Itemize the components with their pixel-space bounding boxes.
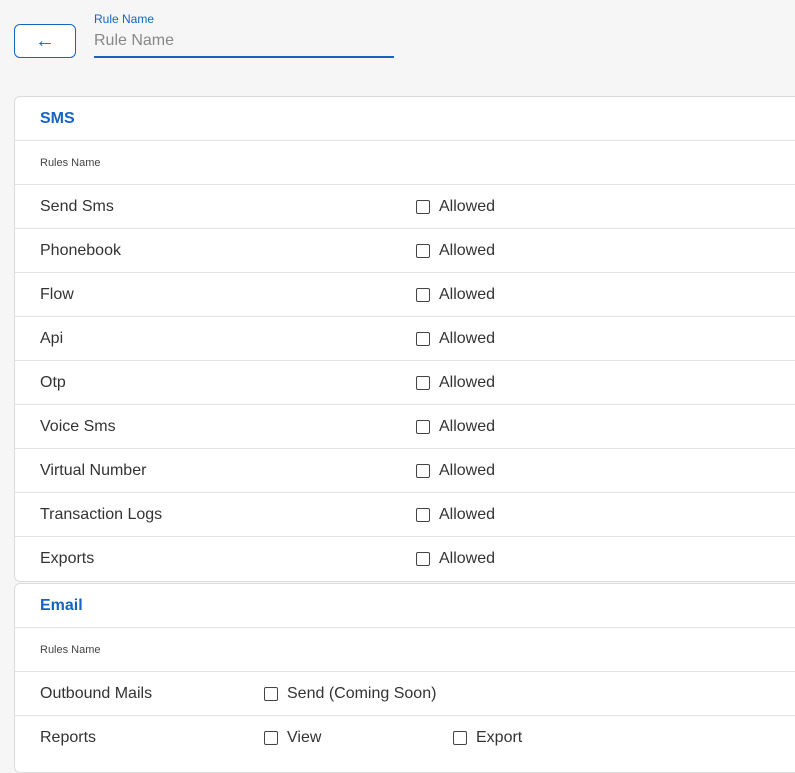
rule-name: Exports: [40, 550, 95, 567]
checkbox-label: Allowed: [439, 506, 496, 523]
transaction-logs-allowed-checkbox[interactable]: Allowed: [416, 493, 495, 537]
email-rules-name-header: Rules Name: [15, 628, 795, 672]
rule-name: Reports: [40, 729, 97, 746]
rule-name: Outbound Mails: [40, 685, 153, 702]
reports-view-checkbox[interactable]: View: [264, 716, 321, 760]
email-card: Email Rules Name Outbound Mails Send (Co…: [14, 583, 795, 773]
checkbox-icon[interactable]: [453, 731, 467, 745]
rule-name: Otp: [40, 374, 66, 391]
checkbox-icon[interactable]: [416, 464, 430, 478]
voice-sms-allowed-checkbox[interactable]: Allowed: [416, 405, 495, 449]
rule-name-input[interactable]: [94, 28, 394, 58]
checkbox-label: Send (Coming Soon): [287, 685, 437, 702]
rule-name: Flow: [40, 286, 74, 303]
rule-name: Api: [40, 330, 64, 347]
sms-row-exports: Exports Allowed: [15, 537, 795, 581]
sms-rules-name-header: Rules Name: [15, 141, 795, 185]
checkbox-icon[interactable]: [264, 687, 278, 701]
checkbox-icon[interactable]: [416, 332, 430, 346]
rule-name: Transaction Logs: [40, 506, 163, 523]
checkbox-icon[interactable]: [416, 200, 430, 214]
sms-row-otp: Otp Allowed: [15, 361, 795, 405]
sms-card-title: SMS: [15, 97, 795, 141]
rule-name-field: Rule Name: [94, 12, 394, 58]
checkbox-icon[interactable]: [264, 731, 278, 745]
checkbox-label: Allowed: [439, 418, 496, 435]
checkbox-icon[interactable]: [416, 244, 430, 258]
send-sms-allowed-checkbox[interactable]: Allowed: [416, 185, 495, 229]
checkbox-icon[interactable]: [416, 508, 430, 522]
email-card-title: Email: [15, 584, 795, 628]
sms-row-phonebook: Phonebook Allowed: [15, 229, 795, 273]
checkbox-label: Allowed: [439, 462, 496, 479]
reports-export-checkbox[interactable]: Export: [453, 716, 522, 760]
rule-name: Voice Sms: [40, 418, 116, 435]
checkbox-label: Allowed: [439, 330, 496, 347]
sms-card: SMS Rules Name Send Sms Allowed Phoneboo…: [14, 96, 795, 582]
email-row-reports: Reports View Export: [15, 716, 795, 760]
checkbox-label: Allowed: [439, 550, 496, 567]
sms-row-virtual-number: Virtual Number Allowed: [15, 449, 795, 493]
rule-name-label: Rule Name: [94, 12, 155, 26]
sms-row-transaction-logs: Transaction Logs Allowed: [15, 493, 795, 537]
checkbox-label: View: [287, 729, 322, 746]
api-allowed-checkbox[interactable]: Allowed: [416, 317, 495, 361]
rule-name: Phonebook: [40, 242, 121, 259]
sms-row-flow: Flow Allowed: [15, 273, 795, 317]
exports-allowed-checkbox[interactable]: Allowed: [416, 537, 495, 581]
outbound-mails-send-checkbox[interactable]: Send (Coming Soon): [264, 672, 436, 716]
checkbox-label: Allowed: [439, 198, 496, 215]
rule-name: Virtual Number: [40, 462, 147, 479]
sms-row-api: Api Allowed: [15, 317, 795, 361]
rule-name: Send Sms: [40, 198, 114, 215]
sms-row-send-sms: Send Sms Allowed: [15, 185, 795, 229]
checkbox-label: Allowed: [439, 242, 496, 259]
back-button[interactable]: ←: [14, 24, 76, 58]
checkbox-label: Allowed: [439, 374, 496, 391]
email-row-outbound-mails: Outbound Mails Send (Coming Soon): [15, 672, 795, 716]
checkbox-label: Export: [476, 729, 523, 746]
checkbox-icon[interactable]: [416, 552, 430, 566]
phonebook-allowed-checkbox[interactable]: Allowed: [416, 229, 495, 273]
otp-allowed-checkbox[interactable]: Allowed: [416, 361, 495, 405]
checkbox-icon[interactable]: [416, 420, 430, 434]
arrow-left-icon: ←: [35, 30, 55, 52]
checkbox-label: Allowed: [439, 286, 496, 303]
checkbox-icon[interactable]: [416, 376, 430, 390]
virtual-number-allowed-checkbox[interactable]: Allowed: [416, 449, 495, 493]
sms-row-voice-sms: Voice Sms Allowed: [15, 405, 795, 449]
flow-allowed-checkbox[interactable]: Allowed: [416, 273, 495, 317]
checkbox-icon[interactable]: [416, 288, 430, 302]
